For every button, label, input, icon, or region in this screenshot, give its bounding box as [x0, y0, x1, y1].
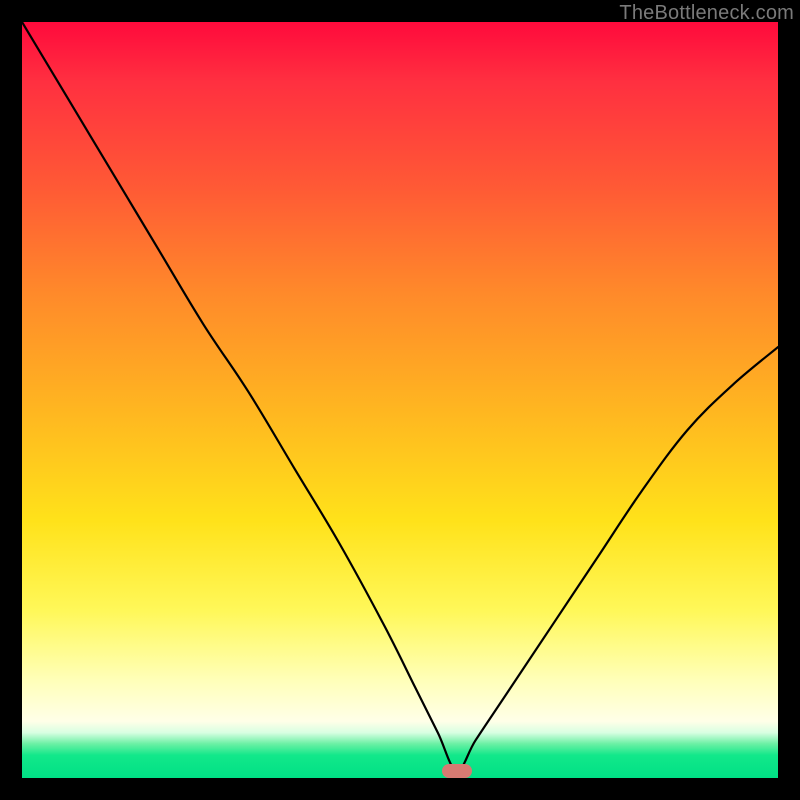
- chart-plot-area: [22, 22, 778, 778]
- watermark-text: TheBottleneck.com: [619, 2, 794, 25]
- chart-frame: TheBottleneck.com: [0, 0, 800, 800]
- bottleneck-curve: [22, 22, 778, 778]
- optimal-marker: [442, 764, 472, 778]
